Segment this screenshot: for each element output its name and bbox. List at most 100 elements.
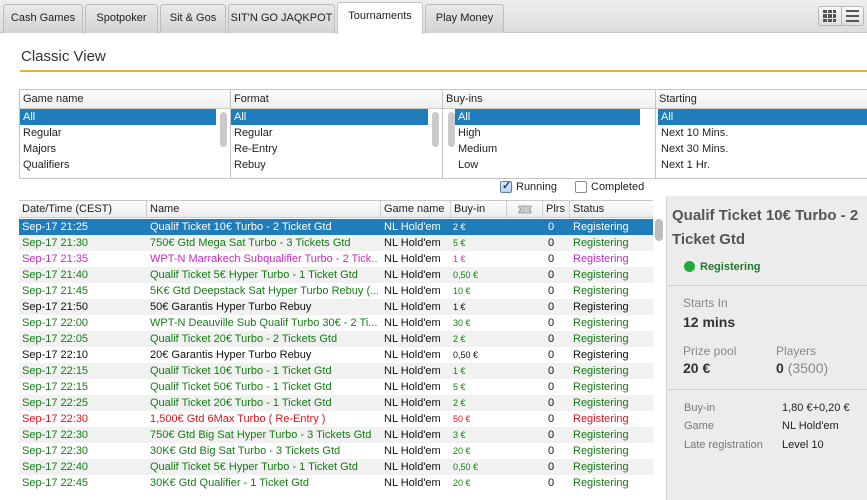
cell-game: NL Hold'em	[384, 477, 441, 489]
cell-buyin: 5 €	[453, 238, 466, 248]
title-underline	[20, 70, 867, 72]
table-row[interactable]: Sep-17 21:25 Qualif Ticket 10€ Turbo - 2 …	[19, 219, 653, 235]
grid-view-button[interactable]	[819, 7, 841, 25]
cell-status: Registering	[573, 381, 629, 393]
table-scrollbar[interactable]	[655, 219, 663, 241]
column-header-datetime[interactable]: Date/Time (CEST)	[19, 201, 147, 218]
filter-option[interactable]: Regular	[231, 125, 442, 141]
cell-name: Qualif Ticket 10€ Turbo - 2 Ticket Gtd	[150, 221, 332, 233]
filter-option[interactable]: All	[455, 109, 640, 125]
table-row[interactable]: Sep-17 22:10 20€ Garantis Hyper Turbo Reb…	[19, 347, 653, 363]
cell-buyin: 20 €	[453, 446, 471, 456]
column-header-game[interactable]: Game name	[381, 201, 451, 218]
completed-label[interactable]: Completed	[591, 181, 644, 193]
cell-datetime: Sep-17 22:05	[22, 333, 89, 345]
page-title: Classic View	[21, 48, 106, 65]
table-row[interactable]: Sep-17 21:30 750€ Gtd Mega Sat Turbo - 3 …	[19, 235, 653, 251]
column-header-name[interactable]: Name	[147, 201, 381, 218]
filter-game-name[interactable]: Game name All Regular Majors Qualifiers	[20, 90, 231, 178]
table-row[interactable]: Sep-17 22:30 1,500€ Gtd 6Max Turbo ( Re-E…	[19, 411, 653, 427]
filter-option[interactable]: All	[658, 109, 867, 125]
grid-icon	[823, 10, 837, 22]
filter-option[interactable]: Medium	[443, 141, 655, 157]
cell-buyin: 2 €	[453, 222, 466, 232]
filter-option[interactable]: All	[231, 109, 428, 125]
status-dot-icon	[684, 261, 695, 272]
cell-players: 0	[548, 397, 555, 409]
filter-option[interactable]: Re-Entry	[231, 141, 442, 157]
cell-name: 750€ Gtd Big Sat Hyper Turbo - 3 Tickets…	[150, 429, 372, 441]
table-row[interactable]: Sep-17 21:40 Qualif Ticket 5€ Hyper Turbo…	[19, 267, 653, 283]
filter-option[interactable]: Rebuy	[231, 157, 442, 173]
tab-sit-and-gos[interactable]: Sit & Gos	[160, 4, 226, 33]
filter-buyins[interactable]: Buy-ins All High Medium Low	[443, 90, 656, 178]
cell-players: 0	[548, 429, 555, 441]
filter-option[interactable]: All	[20, 109, 216, 125]
filter-option[interactable]: Qualifiers	[20, 157, 230, 173]
filter-starting[interactable]: Starting All Next 10 Mins. Next 30 Mins.…	[656, 90, 867, 178]
cell-players: 0	[548, 269, 555, 281]
tab-sitngo-jaqkpot[interactable]: SIT'N GO JAQKPOT	[228, 4, 335, 33]
cell-buyin: 0,50 €	[453, 350, 479, 360]
players-label: Players	[776, 344, 817, 358]
column-header-status[interactable]: Status	[570, 201, 653, 218]
column-header-ticket[interactable]	[507, 201, 543, 218]
cell-datetime: Sep-17 21:40	[22, 269, 89, 281]
filter-option[interactable]: Low	[443, 157, 655, 173]
tab-play-money[interactable]: Play Money	[425, 4, 504, 33]
cell-status: Registering	[573, 445, 629, 457]
cell-name: WPT-N Marrakech Subqualifier Turbo - 2 T…	[150, 253, 378, 265]
filter-scrollbar[interactable]	[448, 112, 455, 147]
cell-game: NL Hold'em	[384, 221, 441, 233]
column-header-plrs[interactable]: Plrs	[543, 201, 570, 218]
completed-checkbox[interactable]	[575, 181, 587, 193]
table-row[interactable]: Sep-17 21:45 5K€ Gtd Deepstack Sat Hyper …	[19, 283, 653, 299]
cell-status: Registering	[573, 285, 629, 297]
tab-cash-games[interactable]: Cash Games	[3, 4, 83, 33]
cell-buyin: 1 €	[453, 254, 466, 264]
running-checkbox[interactable]: ✓	[500, 180, 512, 193]
cell-status: Registering	[573, 397, 629, 409]
cell-status: Registering	[573, 221, 629, 233]
cell-game: NL Hold'em	[384, 381, 441, 393]
filter-option[interactable]: Next 10 Mins.	[656, 125, 867, 141]
tab-spotpoker[interactable]: Spotpoker	[85, 4, 158, 33]
column-header-buyin[interactable]: Buy-in	[451, 201, 507, 218]
table-row[interactable]: Sep-17 22:40 Qualif Ticket 5€ Hyper Turbo…	[19, 459, 653, 475]
table-row[interactable]: Sep-17 21:35 WPT-N Marrakech Subqualifier…	[19, 251, 653, 267]
cell-players: 0	[548, 381, 555, 393]
filter-option[interactable]: Next 30 Mins.	[656, 141, 867, 157]
top-tab-bar: Cash Games Spotpoker Sit & Gos SIT'N GO …	[0, 0, 867, 34]
table-row[interactable]: Sep-17 22:00 WPT-N Deauville Sub Qualif T…	[19, 315, 653, 331]
table-row[interactable]: Sep-17 22:30 750€ Gtd Big Sat Hyper Turbo…	[19, 427, 653, 443]
table-row[interactable]: Sep-17 22:15 Qualif Ticket 10€ Turbo - 1 …	[19, 363, 653, 379]
cell-players: 0	[548, 237, 555, 249]
running-label[interactable]: Running	[516, 181, 557, 193]
tab-tournaments[interactable]: Tournaments	[337, 2, 423, 34]
players-value: 0 (3500)	[776, 360, 828, 376]
filter-scrollbar[interactable]	[432, 112, 439, 147]
cell-buyin: 10 €	[453, 286, 471, 296]
filter-option[interactable]: Majors	[20, 141, 230, 157]
table-row[interactable]: Sep-17 22:30 30K€ Gtd Big Sat Turbo - 3 T…	[19, 443, 653, 459]
cell-status: Registering	[573, 349, 629, 361]
table-row[interactable]: Sep-17 22:05 Qualif Ticket 20€ Turbo - 2 …	[19, 331, 653, 347]
filter-header: Format	[231, 90, 442, 109]
filter-scrollbar[interactable]	[220, 112, 227, 147]
cell-buyin: 0,50 €	[453, 462, 479, 472]
list-view-button[interactable]	[840, 7, 864, 25]
table-row[interactable]: Sep-17 22:25 Qualif Ticket 20€ Turbo - 1 …	[19, 395, 653, 411]
filter-option[interactable]: High	[443, 125, 655, 141]
table-row[interactable]: Sep-17 22:15 Qualif Ticket 50€ Turbo - 1 …	[19, 379, 653, 395]
cell-players: 0	[548, 285, 555, 297]
filter-option[interactable]: Next 1 Hr.	[656, 157, 867, 173]
cell-players: 0	[548, 253, 555, 265]
cell-datetime: Sep-17 22:45	[22, 477, 89, 489]
table-row[interactable]: Sep-17 22:45 30K€ Gtd Qualifier - 1 Ticke…	[19, 475, 653, 491]
filter-option[interactable]: Regular	[20, 125, 230, 141]
divider	[667, 285, 867, 286]
table-row[interactable]: Sep-17 21:50 50€ Garantis Hyper Turbo Reb…	[19, 299, 653, 315]
cell-name: WPT-N Deauville Sub Qualif Turbo 30€ - 2…	[150, 317, 378, 329]
cell-game: NL Hold'em	[384, 333, 441, 345]
filter-format[interactable]: Format All Regular Re-Entry Rebuy	[231, 90, 443, 178]
